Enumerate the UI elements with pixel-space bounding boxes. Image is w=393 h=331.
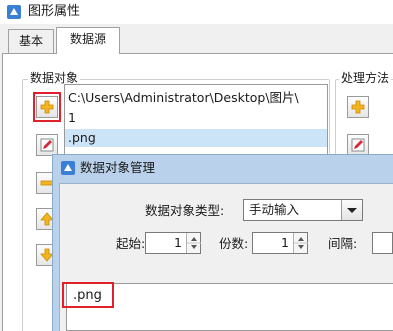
start-spinner[interactable]: 1 xyxy=(145,232,201,254)
tab-basic[interactable]: 基本 xyxy=(8,29,54,53)
window-title: 图形属性 xyxy=(28,4,81,19)
start-spin-arrows[interactable] xyxy=(186,233,201,253)
edit-button[interactable] xyxy=(36,134,58,156)
count-value: 1 xyxy=(281,235,289,250)
list-item-selected[interactable]: .png xyxy=(65,129,327,147)
app-icon xyxy=(6,4,22,20)
processing-add-button[interactable] xyxy=(347,96,369,118)
add-button-highlight xyxy=(33,92,61,122)
interval-label: 间隔: xyxy=(328,236,358,251)
count-spin-arrows[interactable] xyxy=(293,233,308,253)
start-label: 起始: xyxy=(116,236,146,251)
processing-group-label: 处理方法 xyxy=(339,71,392,85)
list-item[interactable]: C:\Users\Administrator\Desktop\图片\ xyxy=(65,89,327,107)
chevron-down-icon xyxy=(347,208,357,213)
tab-data-source[interactable]: 数据源 xyxy=(56,27,120,54)
data-type-value: 手动输入 xyxy=(249,202,300,217)
data-object-list[interactable]: C:\Users\Administrator\Desktop\图片\ 1 .pn… xyxy=(64,84,328,164)
start-value: 1 xyxy=(174,235,182,250)
list-item[interactable]: 1 xyxy=(65,109,327,127)
plus-icon xyxy=(351,100,365,114)
data-type-label: 数据对象类型: xyxy=(145,203,225,218)
dialog-icon xyxy=(60,160,76,176)
data-text-input[interactable]: .png xyxy=(66,283,393,331)
processing-edit-button[interactable] xyxy=(347,134,369,156)
dialog-title: 数据对象管理 xyxy=(80,160,156,175)
data-object-group-label: 数据对象 xyxy=(28,71,81,85)
count-spinner[interactable]: 1 xyxy=(252,232,308,254)
pencil-icon xyxy=(351,138,365,152)
interval-spinner[interactable] xyxy=(372,232,393,254)
text-highlight xyxy=(62,282,114,308)
pencil-icon xyxy=(40,138,54,152)
data-type-dropdown-button[interactable] xyxy=(341,200,362,220)
count-label: 份数: xyxy=(219,236,249,251)
